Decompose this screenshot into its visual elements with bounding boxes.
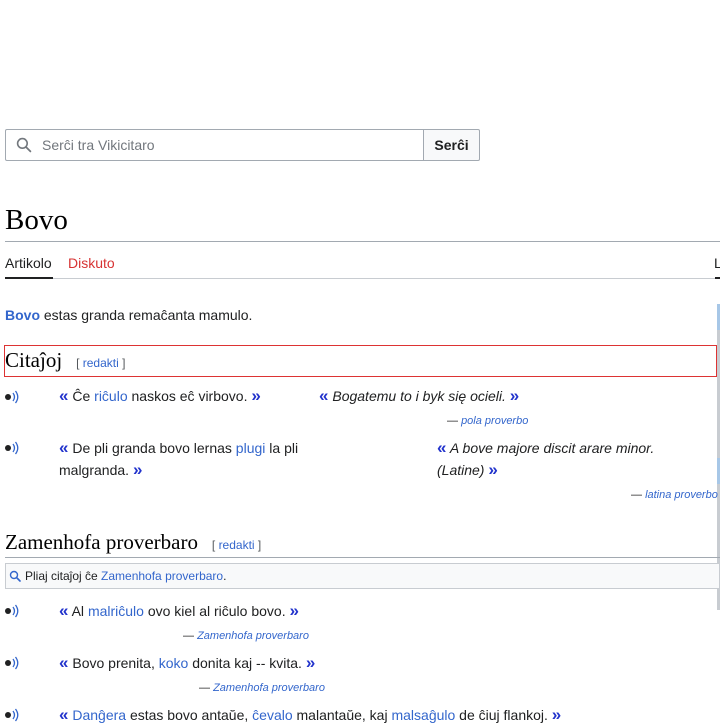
section-title: Zamenhofa proverbaro — [5, 530, 198, 554]
pola-proverbo-link[interactable]: pola proverbo — [461, 415, 528, 427]
tab-right-indicator — [715, 277, 720, 279]
edit-link[interactable]: redakti — [83, 356, 119, 370]
edit-link[interactable]: redakti — [219, 538, 255, 552]
malsagulo-link[interactable]: malsaĝulo — [391, 707, 455, 723]
intro-text: estas granda remaĉanta mamulo. — [40, 307, 253, 323]
speaker-icon[interactable] — [5, 390, 21, 404]
magnifier-small-icon — [9, 570, 21, 582]
zamenhof-quote-1-attribution: — Zamenhofa proverbaro — [183, 630, 309, 642]
cevalo-link[interactable]: ĉevalo — [252, 707, 292, 723]
zamenhof-quote-2-attribution: — Zamenhofa proverbaro — [199, 682, 325, 694]
quote-1-attribution: — pola proverbo — [447, 415, 529, 427]
tabs-divider — [5, 278, 720, 279]
dangera-link[interactable]: Danĝera — [72, 707, 126, 723]
koko-link[interactable]: koko — [159, 655, 189, 671]
title-divider — [5, 241, 720, 242]
search-icon — [16, 137, 32, 153]
speaker-icon[interactable] — [5, 441, 21, 455]
plugi-link[interactable]: plugi — [236, 440, 266, 456]
quote-2-translation: « A bove majore discit arare minor. (Lati… — [437, 438, 655, 479]
speaker-icon[interactable] — [5, 656, 21, 670]
intro-paragraph: Bovo estas granda remaĉanta mamulo. — [5, 306, 252, 324]
latina-proverbo-link[interactable]: latina proverbo — [645, 489, 718, 501]
quote-2: « De pli granda bovo lernas plugi la pli… — [59, 438, 299, 479]
section-heading-citajxoj: Citaĵoj [ redakti ] — [5, 347, 125, 373]
zamenhofa-proverbaro-link[interactable]: Zamenhofa proverbaro — [101, 569, 223, 583]
see-also-box: Pliaj citaĵoj ĉe Zamenhofa proverbaro. — [5, 563, 720, 589]
search-button[interactable]: Serĉi — [423, 129, 480, 161]
tab-read[interactable]: L — [714, 254, 720, 272]
see-also-text: Pliaj citaĵoj ĉe Zamenhofa proverbaro. — [25, 569, 227, 583]
section-title: Citaĵoj — [5, 348, 63, 372]
tab-article[interactable]: Artikolo — [5, 254, 52, 272]
zamenhof-quote-2: « Bovo prenita, koko donita kaj -- kvita… — [59, 653, 316, 672]
tab-active-indicator — [5, 277, 53, 279]
quote-2-attribution: — latina proverbo — [631, 489, 718, 501]
riculo-link[interactable]: riĉulo — [94, 388, 127, 404]
bovo-link[interactable]: Bovo — [5, 307, 40, 323]
speaker-icon[interactable] — [5, 604, 21, 618]
search-box[interactable] — [5, 129, 425, 161]
quote-1: « Ĉe riĉulo naskos eĉ virbovo. » — [59, 386, 261, 405]
section-divider — [5, 557, 720, 558]
zamenhof-quote-1: « Al malriĉulo ovo kiel al riĉulo bovo. … — [59, 601, 299, 620]
zamenhof-quote-3: « Danĝera estas bovo antaŭe, ĉevalo mala… — [59, 705, 562, 724]
zamenhofa-proverbaro-link[interactable]: Zamenhofa proverbaro — [213, 682, 325, 694]
edit-section: [ redakti ] — [211, 538, 262, 552]
edit-section: [ redakti ] — [76, 356, 126, 370]
search-input[interactable] — [42, 130, 412, 160]
section-heading-zamenhofa: Zamenhofa proverbaro [ redakti ] — [5, 529, 261, 555]
zamenhofa-proverbaro-link[interactable]: Zamenhofa proverbaro — [197, 630, 309, 642]
tab-discussion[interactable]: Diskuto — [68, 254, 115, 272]
malriculo-link[interactable]: malriĉulo — [88, 603, 144, 619]
page-title: Bovo — [5, 204, 68, 236]
quote-1-translation: « Bogatemu to i byk się ocieli. » — [319, 386, 520, 405]
